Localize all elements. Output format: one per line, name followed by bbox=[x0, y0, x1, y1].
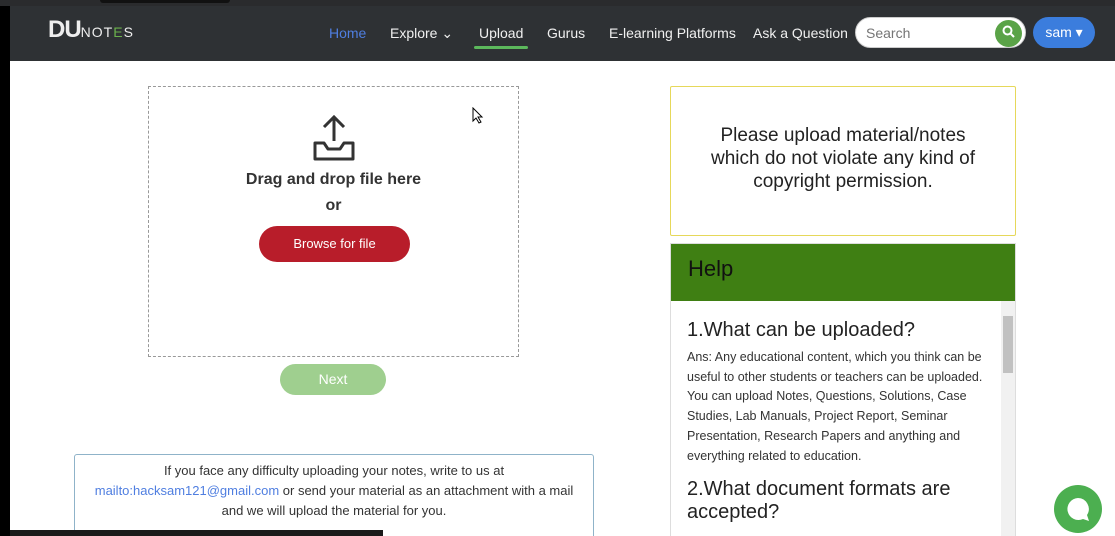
nav-explore[interactable]: Explore ⌄ bbox=[390, 25, 453, 42]
search-button[interactable] bbox=[995, 20, 1022, 47]
next-button[interactable]: Next bbox=[280, 364, 386, 395]
browse-file-button[interactable]: Browse for file bbox=[259, 226, 410, 262]
navbar: DUNOTES Home Explore ⌄ Upload Gurus E-le… bbox=[10, 6, 1115, 61]
search-box bbox=[855, 17, 1026, 48]
nav-gurus[interactable]: Gurus bbox=[547, 25, 585, 41]
chat-icon bbox=[1067, 498, 1089, 521]
help-title: Help bbox=[671, 244, 1015, 301]
chevron-down-icon: ⌄ bbox=[441, 25, 454, 41]
nav-elearning[interactable]: E-learning Platforms bbox=[609, 25, 736, 41]
help-panel: Help 1.What can be uploaded? Ans: Any ed… bbox=[670, 243, 1016, 536]
nav-upload[interactable]: Upload bbox=[479, 25, 523, 41]
main-content: Drag and drop file here or Browse for fi… bbox=[10, 61, 1103, 536]
caret-down-icon: ▾ bbox=[1075, 24, 1083, 40]
faq-question: 1.What can be uploaded? bbox=[687, 319, 915, 341]
drag-drop-label: Drag and drop file here bbox=[245, 171, 422, 188]
faq-answer: Ans: Any educational content, which you … bbox=[687, 350, 983, 384]
upload-icon bbox=[149, 113, 518, 167]
search-icon bbox=[1002, 25, 1015, 38]
contact-text: or send your material as an attachment w… bbox=[279, 483, 574, 498]
status-bar bbox=[10, 530, 383, 536]
contact-text: If you face any difficulty uploading you… bbox=[163, 463, 505, 478]
contact-text: and we will upload the material for you. bbox=[221, 503, 447, 518]
contact-info: If you face any difficulty uploading you… bbox=[74, 454, 594, 536]
page-edge bbox=[1103, 61, 1115, 536]
copyright-notice: Please upload material/notes which do no… bbox=[670, 86, 1016, 236]
nav-home[interactable]: Home bbox=[329, 25, 366, 41]
faq-answer: You can upload Notes, Questions, Solutio… bbox=[687, 389, 967, 463]
search-input[interactable] bbox=[866, 25, 986, 41]
email-link[interactable]: mailto:hacksam121@gmail.com bbox=[95, 483, 279, 498]
logo[interactable]: DUNOTES bbox=[48, 16, 134, 44]
mouse-cursor-icon bbox=[472, 106, 484, 129]
user-menu-button[interactable]: sam ▾ bbox=[1033, 17, 1095, 48]
nav-ask-question[interactable]: Ask a Question bbox=[753, 25, 848, 41]
file-drop-zone[interactable]: Drag and drop file here or Browse for fi… bbox=[148, 86, 519, 357]
active-indicator bbox=[474, 46, 528, 49]
chat-button[interactable] bbox=[1054, 485, 1102, 533]
or-label: or bbox=[325, 197, 342, 214]
help-scrollbar[interactable] bbox=[1001, 301, 1015, 536]
faq-question: 2.What document formats are accepted? bbox=[687, 478, 951, 524]
